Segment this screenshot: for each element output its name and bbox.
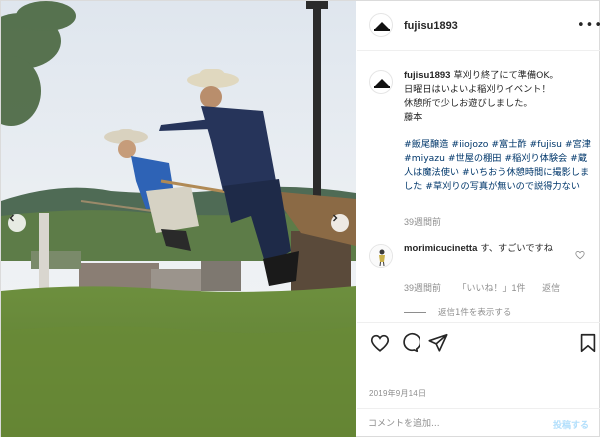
comment-heart-icon[interactable] (575, 250, 585, 260)
comments-section: fujisu1893 草刈り終了にて準備OK。 日曜日はいよいよ稲刈りイベント！ … (357, 52, 600, 322)
post-header: fujisu1893 ••• (357, 1, 600, 51)
comment-likes[interactable]: 「いいね！」1件 (458, 283, 526, 293)
comment-input[interactable] (368, 416, 548, 432)
commenter-avatar[interactable] (369, 244, 393, 268)
post-comment-button[interactable]: 投稿する (553, 418, 589, 431)
profile-logo-icon (374, 22, 390, 31)
bookmark-icon[interactable] (577, 332, 599, 354)
username-link[interactable]: fujisu1893 (404, 20, 458, 32)
caption-line: 草刈り終了にて準備OK。 (453, 70, 559, 81)
profile-logo-icon (374, 79, 390, 88)
comment-timestamp[interactable]: 39週間前 (404, 283, 441, 293)
post-photo[interactable] (1, 1, 356, 437)
caption-timestamp[interactable]: 39週間前 (404, 215, 441, 228)
comment-body: morimicucinetta す、すごいですね (404, 242, 574, 256)
photo-scene (1, 1, 356, 437)
comment-username[interactable]: morimicucinetta (404, 243, 477, 254)
chevron-right-icon (333, 214, 338, 222)
like-heart-icon[interactable] (369, 332, 391, 354)
post-caption: fujisu1893 草刈り終了にて準備OK。 日曜日はいよいよ稲刈りイベント！ … (404, 69, 596, 194)
instagram-post: fujisu1893 ••• fujisu1893草刈り終了にて準備OK。 日曜… (0, 0, 600, 437)
share-paper-plane-icon[interactable] (427, 332, 449, 354)
chevron-left-icon (9, 214, 14, 222)
comment-text: す、すごいですね (480, 243, 553, 254)
comment-bubble-icon[interactable] (398, 332, 420, 354)
post-sidebar: fujisu1893 ••• fujisu1893草刈り終了にて準備OK。 日曜… (357, 1, 600, 437)
more-options-icon[interactable]: ••• (577, 18, 600, 33)
commenter-figure-icon (370, 245, 392, 267)
next-image-button[interactable] (331, 214, 349, 232)
avatar[interactable] (369, 13, 393, 37)
view-replies-label: 返信1件を表示する (438, 308, 512, 318)
caption-line: 藤本 (404, 112, 423, 123)
reply-button[interactable]: 返信 (542, 283, 560, 293)
view-replies-button[interactable]: 返信1件を表示する (404, 306, 511, 318)
caption-avatar[interactable] (369, 70, 393, 94)
caption-line: 日曜日はいよいよ稲刈りイベント！ (404, 84, 551, 95)
action-bar (357, 322, 600, 364)
replies-divider (404, 312, 426, 313)
previous-image-button[interactable] (8, 214, 26, 232)
post-date[interactable]: 2019年9月14日 (369, 388, 426, 399)
caption-username[interactable]: fujisu1893 (404, 70, 450, 81)
caption-hashtags[interactable]: #飯尾醸造 #iiojozo #富士酢 #fujisu #宮津 #miyazu … (404, 138, 596, 194)
add-comment-bar: 投稿する (357, 408, 600, 437)
comment-meta: 39週間前 「いいね！」1件 返信 (404, 281, 574, 294)
caption-line: 休憩所で少しお遊びしました。 (404, 98, 533, 109)
